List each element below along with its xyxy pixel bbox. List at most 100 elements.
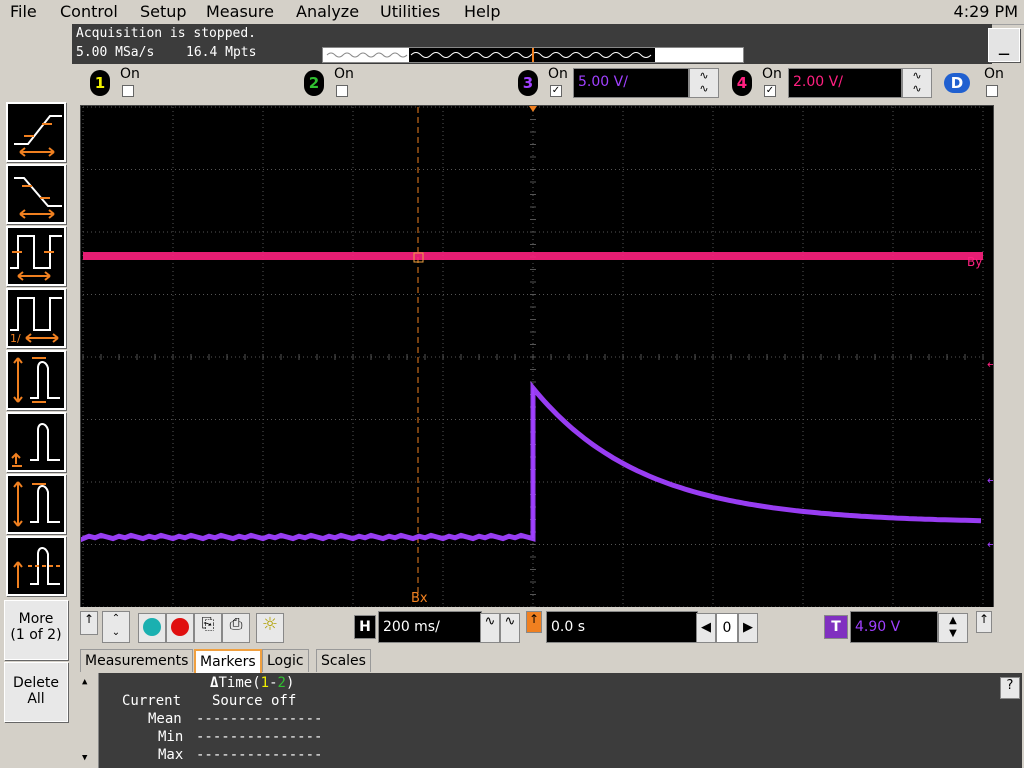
top-measure-button[interactable] — [6, 474, 66, 534]
sample-rate: 5.00 MSa/s — [76, 45, 155, 60]
menu-analyze[interactable]: Analyze — [296, 2, 359, 21]
timebase-field[interactable]: 200 ms/ — [378, 611, 482, 643]
stop-button[interactable] — [166, 613, 194, 643]
scope-display[interactable]: Bx By ←4 ←T ←3 — [80, 105, 1003, 609]
channel-3-checkbox[interactable]: ✓ — [550, 85, 562, 97]
print-button[interactable]: ⎙ — [222, 613, 250, 643]
trigger-position-marker — [529, 106, 537, 112]
tab-logic[interactable]: Logic — [262, 649, 309, 672]
delay-field[interactable]: 0.0 s — [546, 611, 698, 643]
waveform-graticule: Bx By ←4 ←T ←3 — [80, 106, 1003, 608]
fine-button-1[interactable]: ∿ — [480, 613, 500, 643]
trigger-label: T — [824, 615, 848, 639]
clock: 4:29 PM — [953, 2, 1018, 21]
up-arrow-icon[interactable]: ↑ — [976, 611, 992, 633]
delete-sub-label: All — [27, 691, 45, 707]
scroll-up-down-button[interactable]: ⌃ ⌄ — [102, 611, 130, 643]
fall-time-measure-button[interactable] — [6, 164, 66, 224]
wave-icon: ∿ — [484, 614, 496, 629]
trigger-level-field[interactable]: 4.90 V — [850, 611, 938, 643]
menu-setup[interactable]: Setup — [140, 2, 187, 21]
delta-time-label: Time(1-2) — [218, 675, 295, 691]
trigger-level-stepper[interactable]: ▲ ▼ — [938, 613, 968, 643]
svg-text:1/: 1/ — [10, 332, 21, 345]
sun-icon: ☼ — [261, 614, 279, 635]
single-button[interactable]: ⎘ — [194, 613, 222, 643]
scroll-down-icon[interactable]: ▼ — [82, 753, 87, 763]
more-button[interactable]: More (1 of 2) — [4, 600, 68, 660]
delete-label: Delete — [13, 675, 59, 691]
frequency-measure-button[interactable]: 1/ — [6, 288, 66, 348]
channel-3-ground-marker: ←3 — [987, 538, 993, 551]
measurement-scrollbar[interactable]: ▲ ▼ — [80, 673, 99, 768]
top-icon — [13, 481, 60, 527]
acquisition-status: Acquisition is stopped. 5.00 MSa/s 16.4 … — [72, 24, 992, 64]
channel-4-checkbox[interactable]: ✓ — [764, 85, 776, 97]
chevron-left-icon[interactable]: ◀ — [696, 613, 716, 643]
digital-channel-badge[interactable]: D — [944, 73, 970, 93]
channel-4-ground-marker: ←4 — [987, 358, 993, 371]
zoom-value[interactable]: 0 — [716, 613, 738, 643]
min-value: --------------- — [196, 729, 323, 745]
amplitude-icon — [11, 423, 60, 467]
amplitude-measure-button[interactable] — [6, 412, 66, 472]
menu-measure[interactable]: Measure — [206, 2, 274, 21]
menu-help[interactable]: Help — [464, 2, 500, 21]
mean-value: --------------- — [196, 711, 323, 727]
channel-3-coupling-button[interactable]: ∿ ∿ — [689, 68, 719, 98]
channel-4-coupling-button[interactable]: ∿ ∿ — [902, 68, 932, 98]
trigger-level-marker: ←T — [987, 474, 993, 487]
channel-4-on-label: On — [762, 66, 782, 82]
channel-4-badge[interactable]: 4 — [732, 70, 752, 96]
period-measure-button[interactable] — [6, 226, 66, 286]
fall-time-icon — [14, 177, 62, 219]
rise-time-measure-button[interactable] — [6, 102, 66, 162]
single-icon: ⎘ — [201, 614, 215, 633]
fine-button-2[interactable]: ∿ — [500, 613, 520, 643]
run-button[interactable] — [138, 613, 166, 643]
menu-utilities[interactable]: Utilities — [380, 2, 440, 21]
stop-icon — [171, 618, 189, 636]
tab-bar: Measurements Markers Logic Scales — [80, 649, 1024, 673]
print-icon: ⎙ — [229, 614, 243, 633]
average-icon — [13, 547, 62, 588]
ac-coupling-icon: ∿ ∿ — [912, 69, 922, 95]
tab-markers[interactable]: Markers — [194, 649, 262, 673]
tab-measurements[interactable]: Measurements — [80, 649, 194, 672]
digital-checkbox[interactable] — [986, 85, 998, 97]
channel-3-badge[interactable]: 3 — [518, 70, 538, 96]
tab-scales[interactable]: Scales — [316, 649, 371, 672]
period-icon — [10, 235, 62, 281]
menu-bar: File Control Setup Measure Analyze Utili… — [0, 0, 1024, 25]
waveform-overview[interactable] — [322, 47, 744, 63]
wave-icon: ∿ — [504, 614, 516, 629]
frequency-icon: 1/ — [10, 297, 62, 345]
up-arrow-icon[interactable]: ↑ — [80, 611, 98, 635]
stepper-icon: ▲ ▼ — [949, 615, 957, 639]
average-measure-button[interactable] — [6, 536, 66, 596]
menu-control[interactable]: Control — [60, 2, 118, 21]
chevron-right-icon[interactable]: ▶ — [738, 613, 758, 643]
channel-1-checkbox[interactable] — [122, 85, 134, 97]
horizontal-label: H — [354, 615, 376, 639]
trigger-ref-icon[interactable]: ↑ — [526, 611, 542, 633]
scroll-up-icon[interactable]: ▲ — [82, 677, 87, 687]
channel-4-scale[interactable]: 2.00 V/ — [788, 68, 902, 98]
channel-2-badge[interactable]: 2 — [304, 70, 324, 96]
channel-1-badge[interactable]: 1 — [90, 70, 110, 96]
delete-all-button[interactable]: Delete All — [4, 662, 68, 722]
bx-cursor-label: Bx — [411, 591, 428, 606]
menu-file[interactable]: File — [10, 2, 37, 21]
channel-2-checkbox[interactable] — [336, 85, 348, 97]
channel-4-trace — [83, 252, 983, 260]
minimize-button[interactable]: _ — [988, 28, 1020, 62]
brightness-button[interactable]: ☼ — [256, 613, 284, 643]
current-value: Source off — [212, 693, 297, 709]
left-button-panel: 1/ More (1 of 2) Delete All — [0, 24, 72, 768]
channel-3-scale[interactable]: 5.00 V/ — [573, 68, 689, 98]
peak-peak-measure-button[interactable] — [6, 350, 66, 410]
digital-on-label: On — [984, 66, 1004, 82]
chevron-up-down-icon: ⌃ ⌄ — [111, 613, 121, 638]
help-button[interactable]: ? — [1000, 677, 1020, 699]
channel-3-on-label: On — [548, 66, 568, 82]
